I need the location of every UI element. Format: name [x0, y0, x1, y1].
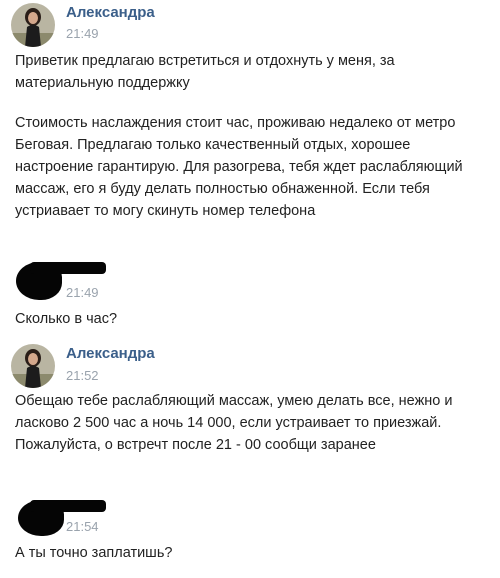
- message-author[interactable]: Александра: [66, 345, 155, 362]
- avatar-photo-icon: [11, 3, 55, 47]
- message-time: 21:54: [66, 519, 99, 534]
- message-time: 21:52: [66, 368, 99, 383]
- message-author[interactable]: Александра: [66, 4, 155, 21]
- message-text: Приветик предлагаю встретиться и отдохну…: [15, 53, 395, 91]
- message-time: 21:49: [66, 285, 99, 300]
- message-text: Обещаю тебе раслабляющий массаж, умею де…: [15, 393, 453, 453]
- avatar-photo-icon: [11, 344, 55, 388]
- message-time: 21:49: [66, 26, 99, 41]
- avatar-aleksandra[interactable]: [11, 344, 55, 388]
- redacted-author-name: [30, 500, 106, 512]
- avatar-aleksandra[interactable]: [11, 3, 55, 47]
- chat-history: Александра 21:49 Приветик предлагаю встр…: [0, 0, 500, 578]
- message-text: Сколько в час?: [15, 311, 118, 327]
- message-text: А ты точно заплатишь?: [15, 545, 173, 561]
- message-text: Стоимость наслаждения стоит час, прожива…: [15, 115, 463, 219]
- redacted-author-name: [30, 262, 106, 274]
